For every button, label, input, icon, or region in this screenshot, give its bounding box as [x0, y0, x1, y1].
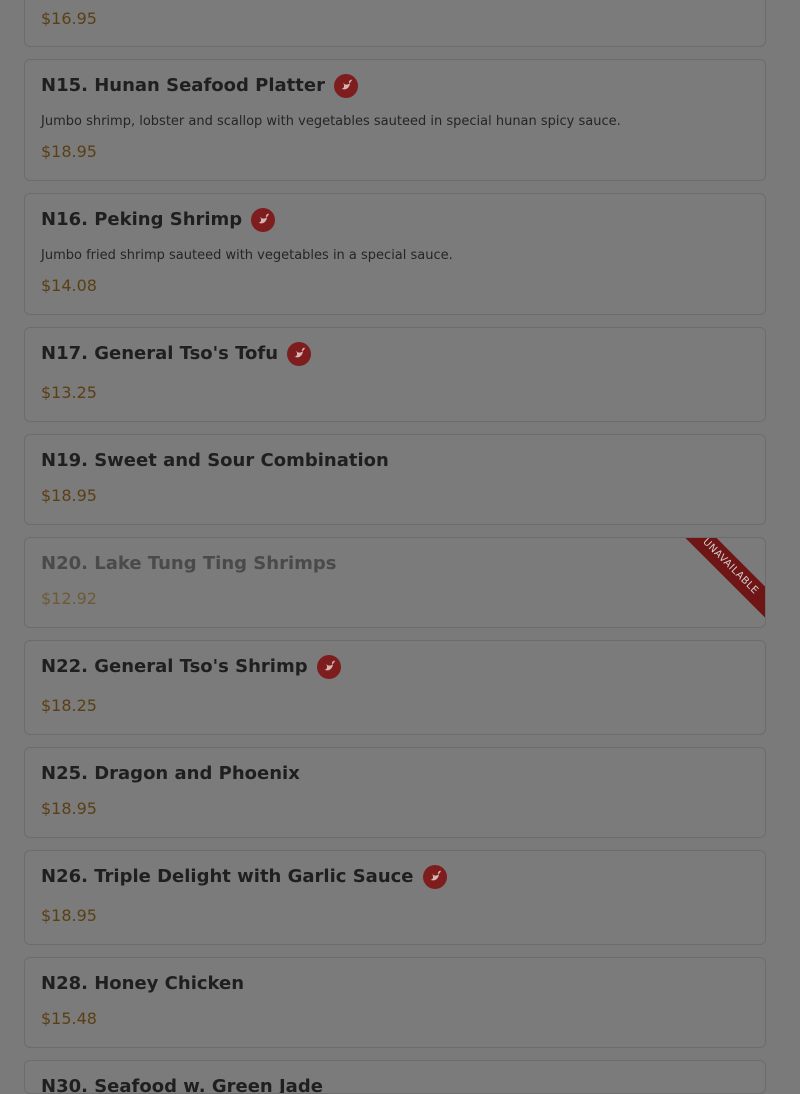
item-title: N26. Triple Delight with Garlic Sauce: [41, 866, 414, 887]
item-title: N22. General Tso's Shrimp: [41, 656, 308, 677]
item-title-row: N16. Peking Shrimp: [41, 208, 276, 232]
item-title-row: N17. General Tso's Tofu: [41, 342, 312, 366]
item-title: N17. General Tso's Tofu: [41, 343, 279, 364]
menu-item-card-n30[interactable]: N30. Seafood w. Green Jade: [24, 1060, 766, 1094]
item-price: $14.08: [41, 276, 97, 295]
spicy-icon: [251, 208, 276, 232]
item-price: $18.95: [41, 906, 97, 925]
menu-item-card-n17[interactable]: N17. General Tso's Tofu $13.25: [24, 327, 766, 422]
menu-item-card-n28[interactable]: N28. Honey Chicken $15.48: [24, 957, 766, 1048]
item-description: Jumbo shrimp, lobster and scallop with v…: [41, 114, 621, 129]
item-description: Jumbo fried shrimp sauteed with vegetabl…: [41, 248, 453, 263]
item-title: N19. Sweet and Sour Combination: [41, 450, 389, 471]
menu-item-card-partial-top[interactable]: $16.95: [24, 0, 766, 47]
item-title-row: N28. Honey Chicken: [41, 972, 244, 996]
item-price: $18.95: [41, 486, 97, 505]
spicy-icon: [316, 655, 341, 679]
item-title: N15. Hunan Seafood Platter: [41, 75, 325, 96]
item-title-row: N26. Triple Delight with Garlic Sauce: [41, 865, 447, 889]
menu-item-card-n26[interactable]: N26. Triple Delight with Garlic Sauce $1…: [24, 850, 766, 945]
item-price: $13.25: [41, 383, 97, 402]
item-title-row: N25. Dragon and Phoenix: [41, 762, 300, 786]
menu-item-card-n19[interactable]: N19. Sweet and Sour Combination $18.95: [24, 434, 766, 525]
item-title: N30. Seafood w. Green Jade: [41, 1076, 323, 1094]
spicy-icon: [422, 865, 447, 889]
menu-item-card-n15[interactable]: N15. Hunan Seafood Platter Jumbo shrimp,…: [24, 59, 766, 181]
menu-list: $16.95 N15. Hunan Seafood Platter Jumbo …: [0, 0, 800, 1094]
item-price: $18.25: [41, 696, 97, 715]
spicy-icon: [333, 74, 358, 98]
item-title-row: N19. Sweet and Sour Combination: [41, 449, 389, 473]
item-title: N25. Dragon and Phoenix: [41, 763, 300, 784]
menu-item-card-n16[interactable]: N16. Peking Shrimp Jumbo fried shrimp sa…: [24, 193, 766, 315]
item-price: $16.95: [41, 9, 97, 28]
unavailable-ribbon: UNAVAILABLE: [673, 538, 765, 624]
item-title: N28. Honey Chicken: [41, 973, 245, 994]
item-title: N20. Lake Tung Ting Shrimps: [41, 553, 337, 574]
item-price: $12.92: [41, 589, 97, 608]
item-title: N16. Peking Shrimp: [41, 209, 243, 230]
item-title-row: N22. General Tso's Shrimp: [41, 655, 341, 679]
item-price: $18.95: [41, 799, 97, 818]
menu-item-card-n22[interactable]: N22. General Tso's Shrimp $18.25: [24, 640, 766, 735]
item-title-row: N15. Hunan Seafood Platter: [41, 74, 358, 98]
item-title-row: N20. Lake Tung Ting Shrimps: [41, 552, 336, 576]
item-price: $15.48: [41, 1009, 97, 1028]
item-price: $18.95: [41, 142, 97, 161]
item-title-row: N30. Seafood w. Green Jade: [41, 1075, 323, 1094]
spicy-icon: [287, 342, 312, 366]
menu-item-card-n25[interactable]: N25. Dragon and Phoenix $18.95: [24, 747, 766, 838]
menu-item-card-n20[interactable]: N20. Lake Tung Ting Shrimps $12.92 UNAVA…: [24, 537, 766, 628]
